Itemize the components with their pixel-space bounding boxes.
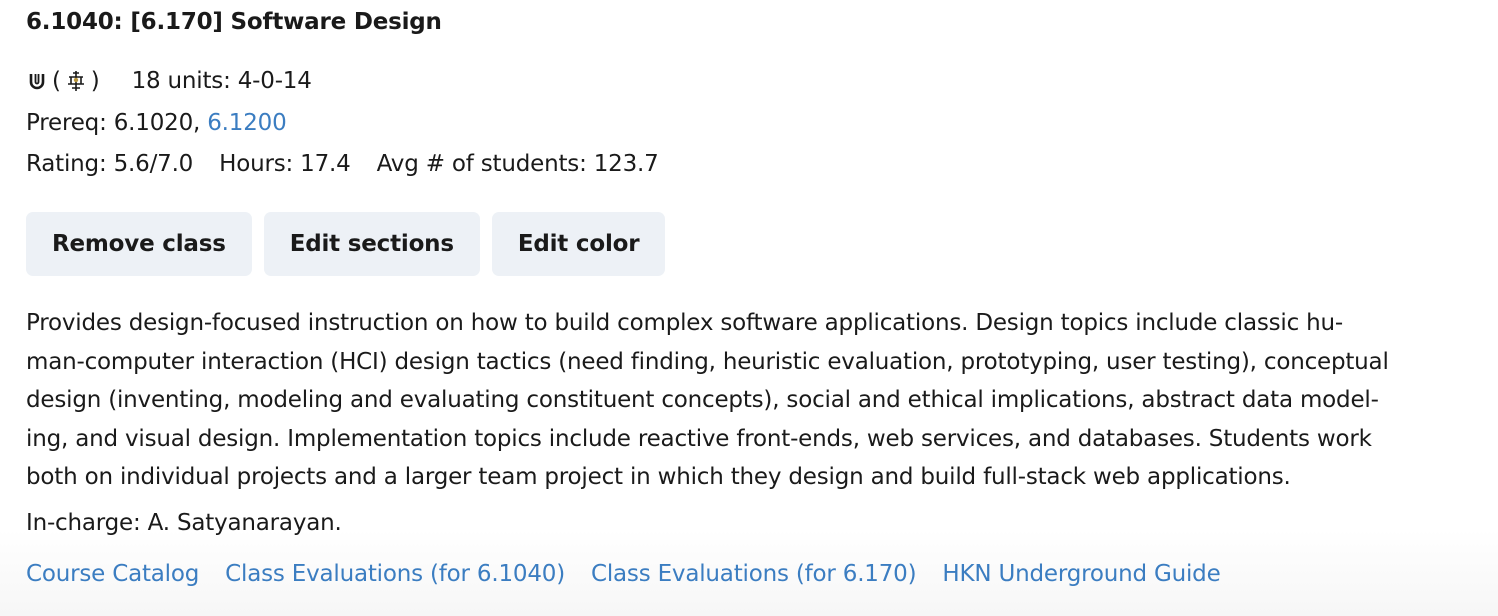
course-description: Provides design-focused instruction on h… xyxy=(26,310,1389,490)
course-catalog-link[interactable]: Course Catalog xyxy=(26,561,199,587)
stats-row: Rating: 5.6/7.0 Hours: 17.4 Avg # of stude… xyxy=(26,151,659,177)
class-evaluations-6-1040-link[interactable]: Class Evaluations (for 6.1040) xyxy=(225,561,565,587)
institute-lab-group: ( ) xyxy=(52,68,100,94)
external-links: Course Catalog Class Evaluations (for 6.… xyxy=(26,561,1221,587)
avg-students-text: Avg # of students: 123.7 xyxy=(376,151,659,177)
remove-class-button[interactable]: Remove class xyxy=(26,212,252,276)
prereq-label: Prereq: 6.1020, xyxy=(26,110,208,136)
hours-text: Hours: 17.4 xyxy=(219,151,351,177)
prereq-row: Prereq: 6.1020, 6.1200 xyxy=(26,110,287,136)
rating-text: Rating: 5.6/7.0 xyxy=(26,151,194,177)
institute-lab-icon xyxy=(63,69,89,93)
class-evaluations-6-170-link[interactable]: Class Evaluations (for 6.170) xyxy=(591,561,917,587)
paren-close: ) xyxy=(90,68,100,94)
edit-color-button[interactable]: Edit color xyxy=(491,212,666,276)
units-text: 18 units: 4-0-14 xyxy=(131,68,312,94)
class-info-panel: 6.1040: [6.170] Software Design ( ) 18 u… xyxy=(0,0,1498,616)
class-actions: Remove class Edit sections Edit color xyxy=(26,212,666,276)
prereq-link-6-1200[interactable]: 6.1200 xyxy=(207,110,286,136)
paren-open: ( xyxy=(52,68,61,94)
in-charge-text: In-charge: A. Satyanarayan. xyxy=(26,510,342,536)
course-title: 6.1040: [6.170] Software Design xyxy=(26,9,442,35)
undergrad-u-icon xyxy=(26,69,48,93)
edit-sections-button[interactable]: Edit sections xyxy=(263,212,480,276)
hkn-underground-guide-link[interactable]: HKN Underground Guide xyxy=(942,561,1220,587)
course-attributes-row: ( ) 18 units: 4-0-14 xyxy=(26,68,312,94)
